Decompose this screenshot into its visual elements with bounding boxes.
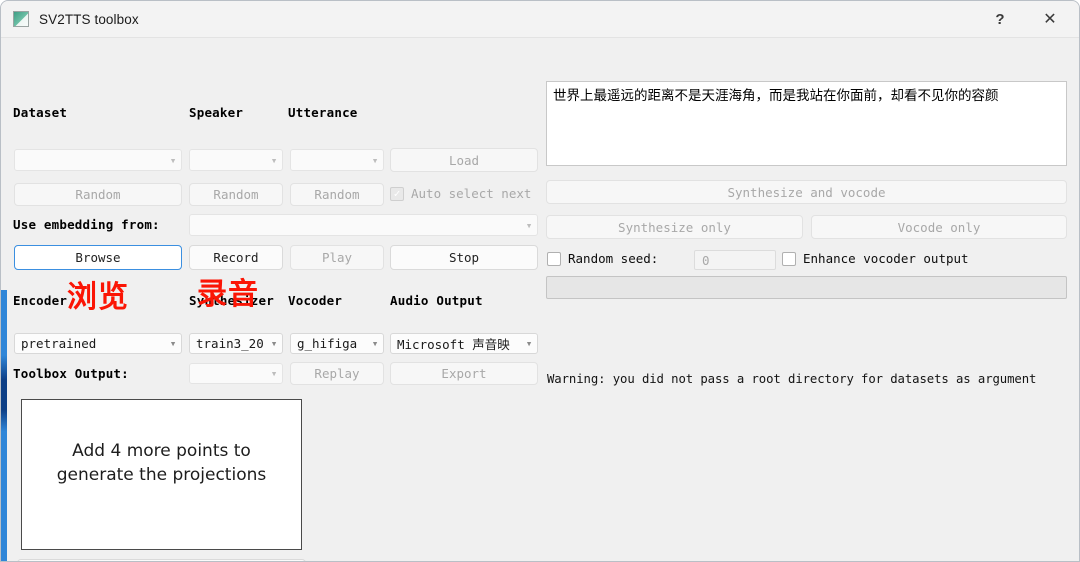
app-window: SV2TTS toolbox ? ✕ Dataset Speaker Utter… [0,0,1080,562]
audio-output-header: Audio Output [390,293,483,308]
chevron-down-icon: ▾ [371,153,379,167]
checkbox-icon [547,251,561,266]
chevron-down-icon: ▾ [525,218,533,232]
use-embedding-from-combo[interactable]: ▾ [189,214,538,236]
replay-button[interactable]: Replay [290,362,384,385]
toolbox-output-label: Toolbox Output: [13,366,129,381]
stop-button[interactable]: Stop [390,245,538,270]
close-icon[interactable]: ✕ [1027,1,1073,37]
projection-message: Add 4 more points to generate the project… [56,441,267,485]
random-seed-label: Random seed: [568,251,659,266]
left-scroll-indicator[interactable] [1,290,7,561]
auto-select-next-checkbox[interactable]: Auto select next [390,186,531,201]
title-bar: SV2TTS toolbox ? ✕ [1,1,1079,38]
toolbox-output-combo[interactable]: ▾ [189,363,283,384]
encoder-header: Encoder [13,293,68,308]
dataset-combo[interactable]: ▾ [14,149,182,171]
help-icon[interactable]: ? [977,1,1023,37]
audio-output-combo[interactable]: Microsoft 声音映 ▾ [390,333,538,354]
speaker-combo[interactable]: ▾ [189,149,283,171]
random-seed-input[interactable]: 0 [694,250,776,270]
record-button[interactable]: Record [189,245,283,270]
app-icon [13,11,29,27]
progress-bar [546,276,1067,299]
browse-annotation: 浏览 [67,280,129,315]
dataset-header: Dataset [13,105,68,120]
chevron-down-icon: ▾ [270,337,278,350]
speaker-random-button[interactable]: Random [189,183,283,206]
auto-select-next-label: Auto select next [411,186,532,201]
use-embedding-from-label: Use embedding from: [13,217,160,232]
synthesizer-combo-value: train3_20 [196,336,264,351]
load-button[interactable]: Load [390,148,538,172]
chevron-down-icon: ▾ [371,337,379,350]
chevron-down-icon: ▾ [169,337,177,350]
dataset-random-button[interactable]: Random [14,183,182,206]
enhance-vocoder-output-label: Enhance vocoder output [803,251,969,266]
window-title: SV2TTS toolbox [39,11,139,27]
window-content: Dataset Speaker Utterance ▾ ▾ ▾ Load Ran… [1,38,1079,561]
utterance-combo[interactable]: ▾ [290,149,384,171]
chevron-down-icon: ▾ [270,367,278,380]
synthesize-and-vocode-button[interactable]: Synthesize and vocode [546,180,1067,204]
browse-button[interactable]: Browse [14,245,182,270]
export-button[interactable]: Export [390,362,538,385]
synthesize-only-button[interactable]: Synthesize only [546,215,803,239]
speaker-header: Speaker [189,105,244,120]
chevron-down-icon: ▾ [270,153,278,167]
enhance-vocoder-output-checkbox[interactable]: Enhance vocoder output [782,251,969,266]
synthesizer-combo[interactable]: train3_20 ▾ [189,333,283,354]
record-annotation: 录音 [197,277,259,312]
encoder-combo-value: pretrained [21,336,97,351]
encoder-combo[interactable]: pretrained ▾ [14,333,182,354]
chevron-down-icon: ▾ [169,153,177,167]
checkbox-icon [390,186,404,201]
vocoder-combo[interactable]: g_hifiga ▾ [290,333,384,354]
random-seed-checkbox[interactable]: Random seed: [547,251,658,266]
text-prompt-input[interactable]: 世界上最遥远的距离不是天涯海角，而是我站在你面前，却看不见你的容颜 [546,81,1067,166]
play-button[interactable]: Play [290,245,384,270]
audio-output-combo-value: Microsoft 声音映 [397,337,510,352]
umap-projection-plot[interactable]: Add 4 more points to generate the project… [21,399,302,550]
chevron-down-icon: ▾ [525,337,533,350]
vocode-only-button[interactable]: Vocode only [811,215,1067,239]
checkbox-icon [782,251,796,266]
utterance-random-button[interactable]: Random [290,183,384,206]
utterance-header: Utterance [288,105,358,120]
log-warning-text: Warning: you did not pass a root directo… [547,372,1037,386]
vocoder-header: Vocoder [288,293,343,308]
vocoder-combo-value: g_hifiga [297,336,358,351]
